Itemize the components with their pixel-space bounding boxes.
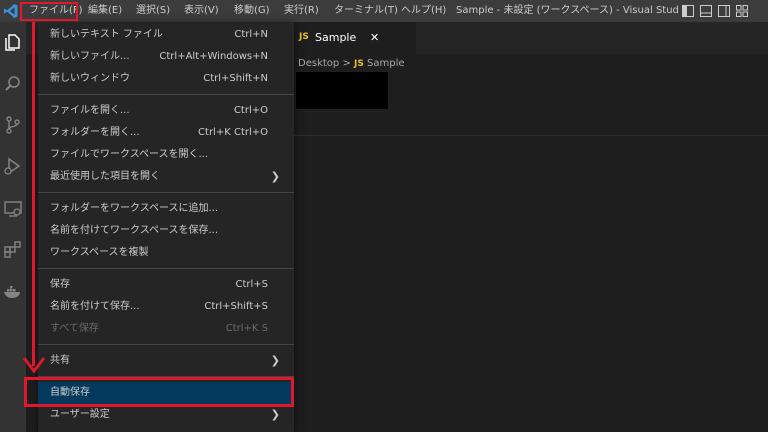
editor-divider: [294, 135, 768, 136]
menu-run[interactable]: 実行(R): [284, 0, 319, 22]
submenu-chevron-icon: ❯: [270, 170, 280, 183]
menu-separator: [38, 192, 294, 193]
breadcrumb-file[interactable]: Sample: [367, 58, 405, 69]
customize-layout-icon[interactable]: [736, 5, 748, 17]
menu-item-new-text-file[interactable]: 新しいテキスト ファイル Ctrl+N: [38, 24, 294, 46]
title-bar: ファイル(F) 編集(E) 選択(S) 表示(V) 移動(G) 実行(R) ター…: [0, 0, 768, 22]
menu-item-duplicate-workspace[interactable]: ワークスペースを複製: [38, 242, 294, 264]
breadcrumb-folder[interactable]: Desktop: [298, 58, 339, 69]
window-title: Sample - 未設定 (ワークスペース) - Visual Studio .…: [456, 5, 678, 16]
menu-item-open-file[interactable]: ファイルを開く... Ctrl+O: [38, 100, 294, 122]
menu-go[interactable]: 移動(G): [234, 0, 270, 22]
annotation-highlight-auto-save: [24, 377, 294, 407]
vscode-logo-icon[interactable]: [3, 3, 19, 19]
redacted-block: [296, 72, 388, 109]
menu-item-share[interactable]: 共有 ❯: [38, 350, 294, 372]
annotation-highlight-file-menu: [20, 2, 78, 21]
menu-item-new-file[interactable]: 新しいファイル... Ctrl+Alt+Windows+N: [38, 46, 294, 68]
menu-view[interactable]: 表示(V): [184, 0, 219, 22]
menu-selection[interactable]: 選択(S): [136, 0, 170, 22]
menu-help[interactable]: ヘルプ(H): [401, 0, 446, 22]
menu-item-save-all: すべて保存 Ctrl+K S: [50, 323, 268, 334]
menu-item-add-folder-to-workspace[interactable]: フォルダーをワークスペースに追加...: [38, 198, 294, 220]
menu-item-open-folder[interactable]: フォルダーを開く... Ctrl+K Ctrl+O: [38, 122, 294, 144]
source-control-icon[interactable]: [3, 115, 23, 135]
breadcrumb: Desktop > JS Sample: [298, 55, 405, 73]
menu-item-new-window[interactable]: 新しいウィンドウ Ctrl+Shift+N: [38, 68, 294, 90]
annotation-arrow-shaft: [32, 22, 35, 366]
menu-terminal[interactable]: ターミナル(T): [334, 0, 398, 22]
menu-separator: [38, 344, 294, 345]
submenu-chevron-icon: ❯: [270, 354, 280, 367]
menu-item-open-recent[interactable]: 最近使用した項目を開く ❯: [38, 166, 294, 188]
tab-close-icon[interactable]: ✕: [370, 22, 379, 54]
menu-separator: [38, 94, 294, 95]
menu-edit[interactable]: 編集(E): [88, 0, 122, 22]
run-debug-icon[interactable]: [3, 156, 23, 176]
toggle-secondary-sidebar-icon[interactable]: [718, 5, 730, 17]
menu-separator: [38, 268, 294, 269]
menu-item-save-as[interactable]: 名前を付けて保存... Ctrl+Shift+S: [38, 296, 294, 318]
remote-explorer-icon[interactable]: [3, 199, 23, 219]
docker-icon[interactable]: [3, 281, 23, 301]
file-menu-dropdown: 新しいテキスト ファイル Ctrl+N 新しいファイル... Ctrl+Alt+Wi…: [38, 22, 294, 432]
js-file-icon: JS: [354, 59, 364, 69]
submenu-chevron-icon: ❯: [270, 408, 280, 421]
toggle-panel-icon[interactable]: [700, 5, 712, 17]
breadcrumb-separator-icon: >: [342, 58, 351, 69]
explorer-icon[interactable]: [3, 32, 23, 52]
menu-item-save[interactable]: 保存 Ctrl+S: [38, 274, 294, 296]
menu-item-save-workspace-as[interactable]: 名前を付けてワークスペースを保存...: [38, 220, 294, 242]
search-icon[interactable]: [3, 74, 23, 94]
extensions-icon[interactable]: [3, 239, 23, 259]
toggle-primary-sidebar-icon[interactable]: [682, 5, 694, 17]
menu-item-preferences[interactable]: ユーザー設定 ❯: [38, 404, 294, 426]
tab-label: Sample: [315, 31, 357, 44]
annotation-arrow-head-icon: [22, 357, 46, 374]
tab-sample[interactable]: JS Sample ✕: [294, 22, 416, 54]
menu-item-open-workspace-from-file[interactable]: ファイルでワークスペースを開く...: [38, 144, 294, 166]
js-file-icon: JS: [299, 32, 309, 42]
